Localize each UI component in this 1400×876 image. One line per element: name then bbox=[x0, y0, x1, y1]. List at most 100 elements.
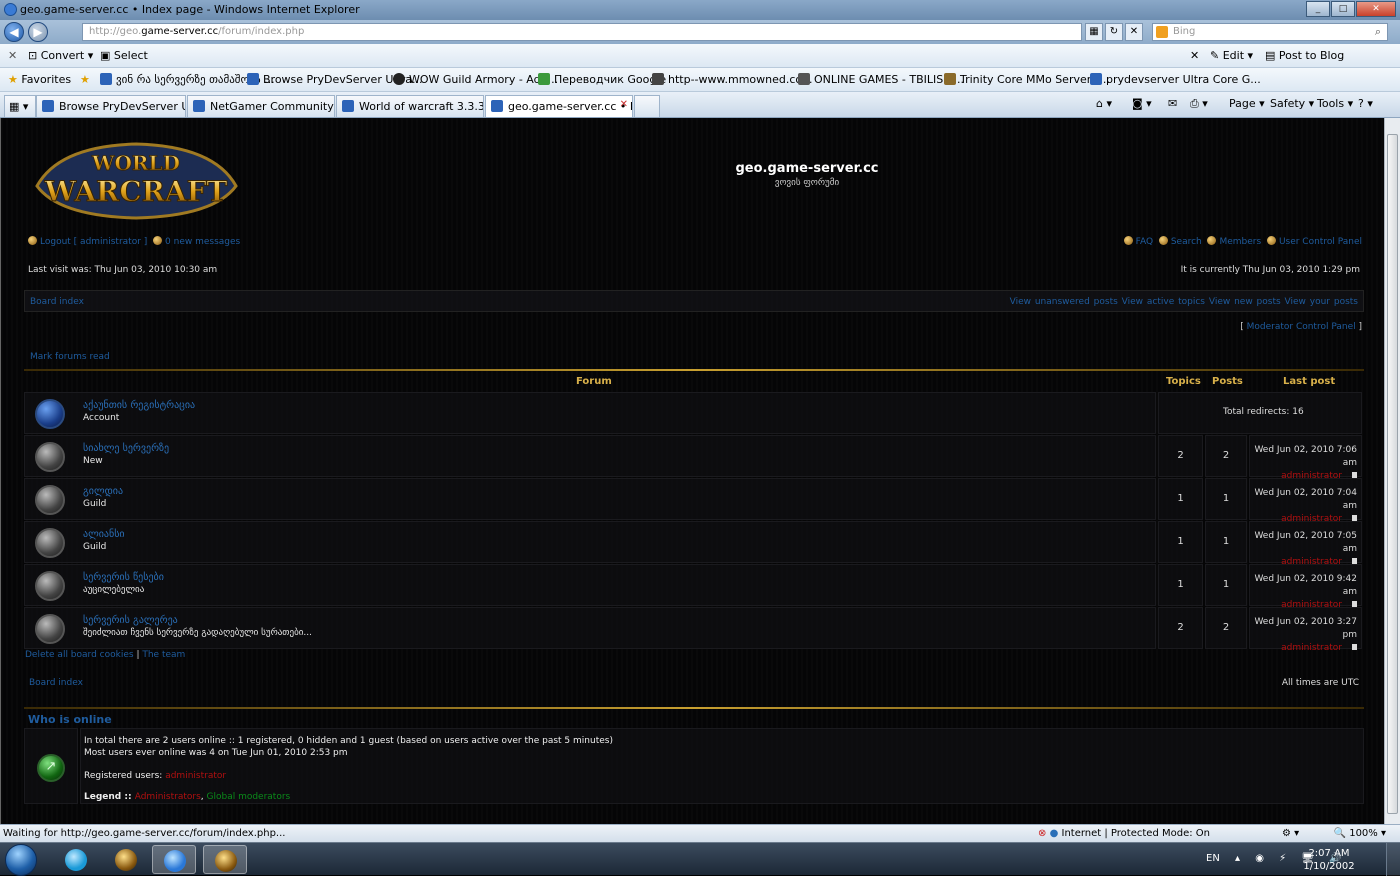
vertical-scrollbar[interactable] bbox=[1384, 118, 1400, 824]
search-link[interactable]: Search bbox=[1171, 237, 1202, 247]
forum-row-rules: სერვერის წესები აუცილებელია 1 1 Wed Jun … bbox=[24, 564, 1364, 610]
board-index-link[interactable]: Board index bbox=[30, 297, 84, 307]
user-links: Logout [ administrator ] 0 new messages bbox=[28, 236, 240, 247]
compatibility-view-icon[interactable]: ▦ bbox=[1085, 23, 1103, 41]
tab-prydevserver[interactable]: Browse PryDevServer Ultra... bbox=[36, 95, 186, 117]
new-tab-button[interactable] bbox=[634, 95, 660, 117]
post-to-blog-button[interactable]: ▤ Post to Blog bbox=[1265, 49, 1344, 62]
home-icon[interactable]: ⌂ ▾ bbox=[1096, 97, 1112, 110]
wow-taskbar-button[interactable] bbox=[104, 845, 148, 874]
active-topics-link[interactable]: View active topics bbox=[1122, 297, 1205, 307]
last-post-author-link[interactable]: administrator bbox=[1281, 643, 1342, 653]
your-posts-link[interactable]: View your posts bbox=[1285, 297, 1358, 307]
legend-admins-link[interactable]: Administrators bbox=[135, 792, 201, 802]
board-index-link[interactable]: Board index bbox=[29, 678, 83, 688]
online-user-link[interactable]: administrator bbox=[165, 771, 226, 781]
favorite-link[interactable]: prydevserver Ultra Core G... bbox=[1090, 73, 1261, 86]
protected-mode-icon[interactable]: ⚙ ▾ bbox=[1282, 828, 1299, 839]
legend-line: Legend :: Administrators, Global moderat… bbox=[84, 792, 291, 802]
feeds-icon[interactable]: ◙ ▾ bbox=[1132, 97, 1152, 110]
close-button[interactable]: ✕ bbox=[1356, 1, 1396, 17]
svg-text:WORLD: WORLD bbox=[91, 151, 180, 175]
favorite-link[interactable]: http--www.mmowned.co... bbox=[652, 73, 812, 86]
print-icon[interactable]: ⎙ ▾ bbox=[1190, 97, 1208, 111]
forum-title-link[interactable]: სიახლე სერვერზე bbox=[83, 443, 169, 454]
online-record-text: Most users ever online was 4 on Tue Jun … bbox=[84, 748, 348, 758]
wow-launcher-taskbar-button[interactable] bbox=[203, 845, 247, 874]
last-post-date: Wed Jun 02, 2010 3:27 pm bbox=[1254, 617, 1357, 640]
timezone-note: All times are UTC bbox=[1281, 678, 1359, 688]
forward-button[interactable]: ▶ bbox=[28, 22, 48, 42]
members-link[interactable]: Members bbox=[1219, 237, 1261, 247]
forum-title-link[interactable]: გილდია bbox=[83, 486, 123, 497]
view-latest-post-icon[interactable] bbox=[1352, 644, 1357, 650]
the-team-link[interactable]: The team bbox=[142, 650, 185, 660]
search-icon[interactable]: ⌕ bbox=[1375, 25, 1381, 39]
logout-link[interactable]: Logout [ administrator ] bbox=[40, 237, 147, 247]
forum-title-link[interactable]: სერვერის გალერეა bbox=[83, 615, 178, 626]
who-is-online-heading[interactable]: Who is online bbox=[28, 713, 112, 726]
quick-tabs-button[interactable]: ▦ ▾ bbox=[4, 95, 36, 117]
address-input[interactable]: http://geo.game-server.cc/forum/index.ph… bbox=[82, 23, 1082, 41]
tools-menu[interactable]: Tools ▾ bbox=[1317, 97, 1353, 110]
language-indicator[interactable]: EN bbox=[1206, 853, 1220, 864]
faq-link[interactable]: FAQ bbox=[1136, 237, 1153, 247]
world-of-warcraft-logo[interactable]: WORLD WARCRAFT bbox=[29, 136, 244, 221]
forum-read-icon bbox=[35, 528, 65, 558]
add-favorite-icon[interactable]: ★ bbox=[80, 73, 90, 86]
topics-count: 1 bbox=[1158, 478, 1203, 520]
tab-geo-game-server[interactable]: geo.game-server.cc • I... ✕ bbox=[485, 95, 633, 117]
clock-date: 1/10/2002 bbox=[1303, 861, 1355, 872]
close-toolbar-icon[interactable]: ✕ bbox=[8, 49, 17, 62]
page-menu[interactable]: Page ▾ bbox=[1229, 97, 1265, 110]
forum-description: აუცილებელია bbox=[83, 585, 145, 595]
site-subtitle: ვოვის ფორუმი bbox=[774, 178, 840, 188]
main-links: FAQ Search Members User Control Panel bbox=[1123, 236, 1362, 247]
tab-netgamer[interactable]: NetGamer Community -> ... bbox=[187, 95, 335, 117]
internet-explorer-taskbar-button[interactable] bbox=[152, 845, 196, 874]
delete-cookies-link[interactable]: Delete all board cookies bbox=[25, 650, 134, 660]
show-desktop-button[interactable] bbox=[1386, 843, 1400, 876]
close-toolbar2-icon[interactable]: ✕ bbox=[1190, 49, 1199, 62]
scrollbar-thumb[interactable] bbox=[1387, 134, 1398, 814]
favorite-link[interactable]: Переводчик Google bbox=[538, 73, 666, 86]
user-control-panel-link[interactable]: User Control Panel bbox=[1279, 237, 1362, 247]
refresh-icon[interactable]: ↻ bbox=[1105, 23, 1123, 41]
mark-forums-read-link[interactable]: Mark forums read bbox=[30, 352, 110, 362]
favorite-link[interactable]: WOW Guild Armory - Add... bbox=[393, 73, 558, 86]
minimize-button[interactable]: _ bbox=[1306, 1, 1330, 17]
start-button[interactable] bbox=[5, 844, 37, 876]
zoom-level[interactable]: 🔍 100% ▾ bbox=[1334, 828, 1386, 839]
forum-title-link[interactable]: ალიანსი bbox=[83, 529, 125, 540]
forum-title-link[interactable]: აქაუნთის რეგისტრაცია bbox=[83, 400, 195, 411]
favorites-button[interactable]: ★ Favorites bbox=[8, 73, 71, 86]
last-post-cell: Wed Jun 02, 2010 7:04 am administrator bbox=[1249, 478, 1362, 524]
stop-icon[interactable]: ✕ bbox=[1125, 23, 1143, 41]
unanswered-posts-link[interactable]: View unanswered posts bbox=[1010, 297, 1118, 307]
clock[interactable]: 2:07 AM 1/10/2002 bbox=[1294, 847, 1364, 873]
new-messages-link[interactable]: 0 new messages bbox=[165, 237, 240, 247]
favorite-link[interactable]: ONLINE GAMES - TBILISIS... bbox=[798, 73, 964, 86]
edit-button[interactable]: ✎ Edit ▾ bbox=[1210, 49, 1253, 62]
select-button[interactable]: ▣ Select bbox=[100, 49, 148, 62]
moderator-control-panel-link[interactable]: Moderator Control Panel bbox=[1247, 322, 1356, 332]
legend-mods-link[interactable]: Global moderators bbox=[207, 792, 291, 802]
help-menu[interactable]: ? ▾ bbox=[1358, 97, 1373, 110]
search-input[interactable]: Bing ⌕ bbox=[1152, 23, 1388, 41]
search-placeholder: Bing bbox=[1173, 26, 1196, 37]
last-post-date: Wed Jun 02, 2010 7:04 am bbox=[1254, 488, 1357, 511]
favorite-link[interactable]: Trinity Core MMo Server F... bbox=[944, 73, 1110, 86]
back-button[interactable]: ◀ bbox=[4, 22, 24, 42]
new-posts-link[interactable]: View new posts bbox=[1209, 297, 1281, 307]
maximize-button[interactable]: □ bbox=[1331, 1, 1355, 17]
convert-button[interactable]: ⊡ Convert ▾ bbox=[28, 49, 93, 62]
skype-taskbar-button[interactable] bbox=[54, 845, 98, 874]
tab-world-of-warcraft[interactable]: World of warcraft 3.3.3 -> ... bbox=[336, 95, 484, 117]
close-tab-icon[interactable]: ✕ bbox=[620, 99, 628, 110]
forum-title-link[interactable]: სერვერის წესები bbox=[83, 572, 164, 583]
forum-row-alliance: ალიანსი Guild 1 1 Wed Jun 02, 2010 7:05 … bbox=[24, 521, 1364, 567]
mail-icon[interactable]: ✉ bbox=[1168, 97, 1177, 110]
safety-menu[interactable]: Safety ▾ bbox=[1270, 97, 1314, 110]
command-toolbar: ✕ ⊡ Convert ▾ ▣ Select ✕ ✎ Edit ▾ ▤ Post… bbox=[0, 44, 1400, 68]
security-zone[interactable]: ⊗ ● Internet | Protected Mode: On bbox=[1038, 828, 1210, 839]
